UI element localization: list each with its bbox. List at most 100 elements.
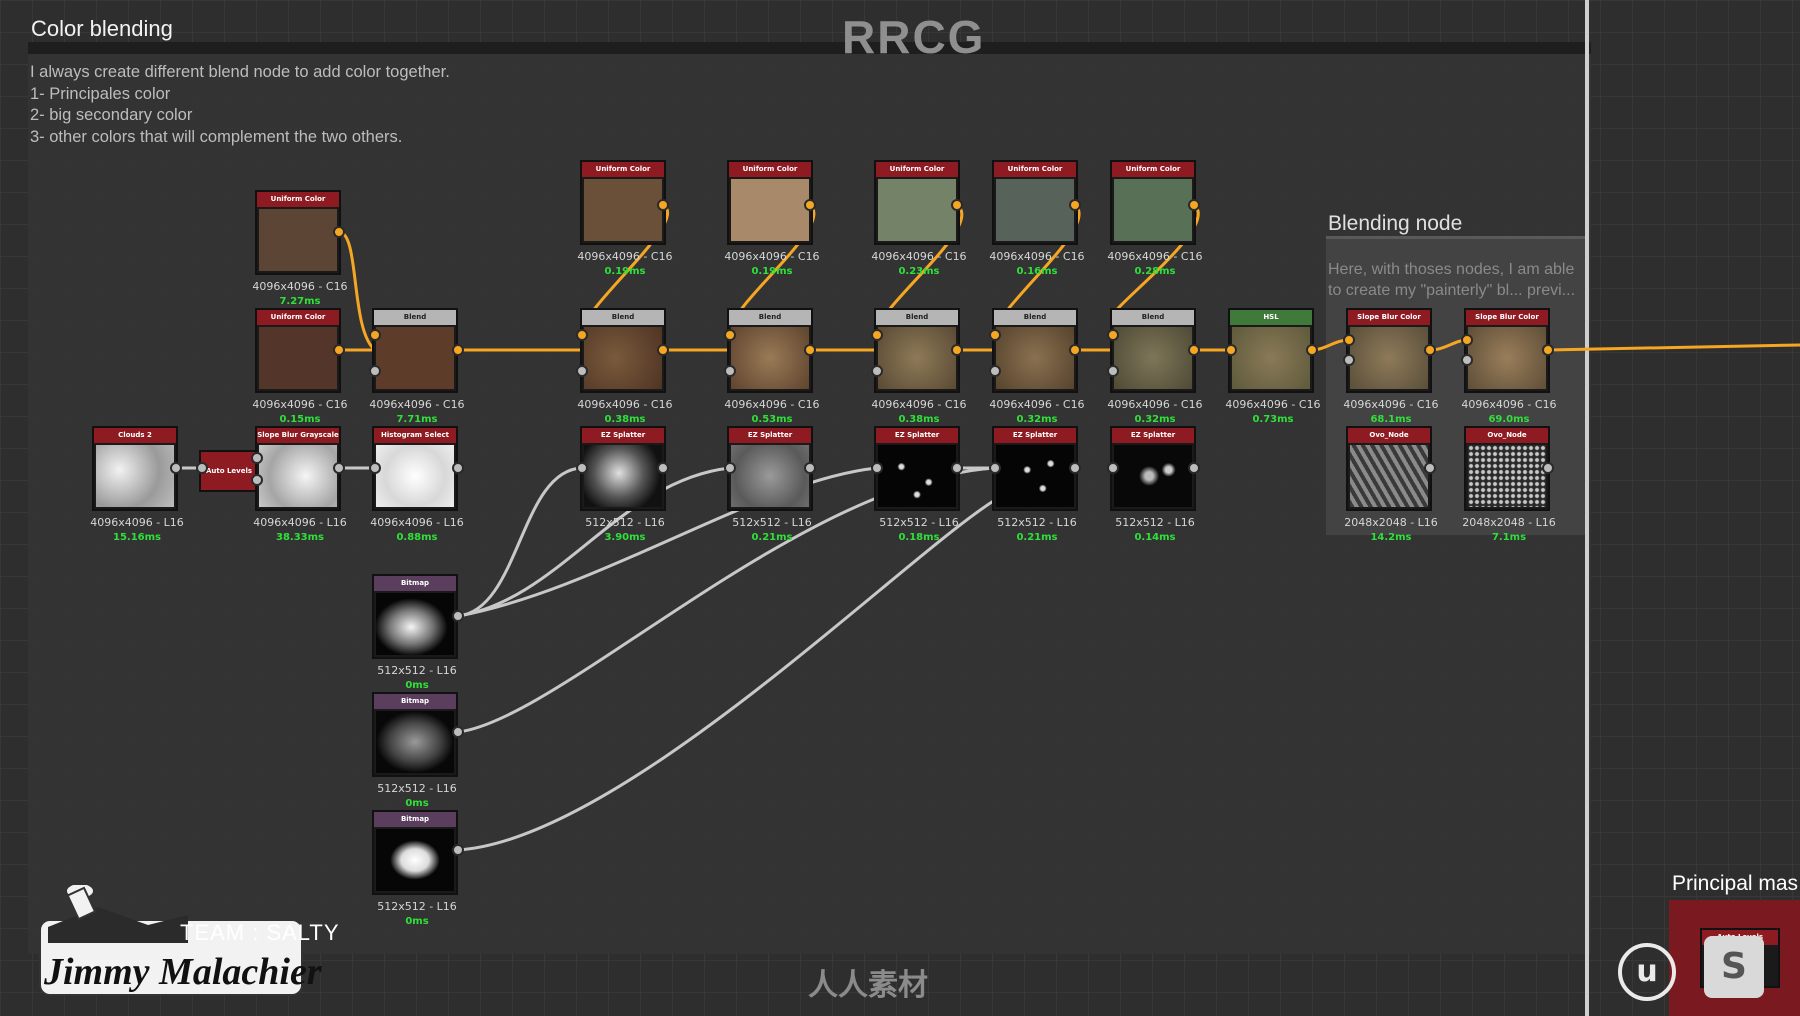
node-title: EZ Splatter: [994, 428, 1076, 443]
output-port[interactable]: [1424, 462, 1436, 474]
bitmap-node[interactable]: Bitmap 512x512 - L16 0ms: [372, 692, 458, 809]
blend-node[interactable]: Blend 4096x4096 - C16 0.32ms: [1107, 308, 1203, 425]
output-port[interactable]: [452, 344, 464, 356]
input-port[interactable]: [724, 462, 736, 474]
uniform-color-node[interactable]: Uniform Color 4096x4096 - C16 0.23ms: [871, 160, 967, 277]
output-port[interactable]: [1188, 462, 1200, 474]
blend-node[interactable]: Blend 4096x4096 - C16 0.38ms: [871, 308, 967, 425]
uniform-color-node[interactable]: Uniform Color 4096x4096 - C16 0.28ms: [1107, 160, 1203, 277]
output-port[interactable]: [452, 726, 464, 738]
node-resolution: 512x512 - L16: [732, 516, 812, 529]
input-port[interactable]: [576, 365, 588, 377]
ovo-node[interactable]: Ovo_Node 2048x2048 - L16 7.1ms: [1462, 426, 1556, 543]
input-port[interactable]: [871, 462, 883, 474]
node-thumbnail: [584, 327, 662, 389]
output-port[interactable]: [1069, 462, 1081, 474]
output-port[interactable]: [452, 462, 464, 474]
input-port[interactable]: [989, 462, 1001, 474]
output-port[interactable]: [1069, 199, 1081, 211]
input-port[interactable]: [724, 365, 736, 377]
input-port[interactable]: [1107, 462, 1119, 474]
output-port[interactable]: [951, 199, 963, 211]
input-port[interactable]: [1107, 329, 1119, 341]
output-port[interactable]: [452, 610, 464, 622]
output-port[interactable]: [657, 462, 669, 474]
clouds-node[interactable]: Clouds 2 4096x4096 - L16 15.16ms: [90, 426, 184, 543]
node-thumbnail: [1114, 179, 1192, 241]
input-port[interactable]: [369, 365, 381, 377]
input-port[interactable]: [871, 329, 883, 341]
node-timing: 7.1ms: [1491, 532, 1527, 543]
ovo-node[interactable]: Ovo_Node 2048x2048 - L16 14.2ms: [1344, 426, 1438, 543]
input-port[interactable]: [251, 474, 263, 486]
slope-blur-color-node[interactable]: Slope Blur Color 4096x4096 - C16 68.1ms: [1343, 308, 1439, 425]
node-resolution: 4096x4096 - C16: [1107, 398, 1203, 411]
input-port[interactable]: [369, 462, 381, 474]
output-port[interactable]: [333, 344, 345, 356]
output-port[interactable]: [1188, 199, 1200, 211]
slope-blur-grayscale-node[interactable]: Slope Blur Grayscale 4096x4096 - L16 38.…: [253, 426, 347, 543]
input-port[interactable]: [1343, 334, 1355, 346]
ez-splatter-node[interactable]: EZ Splatter 512x512 - L16 0.21ms: [727, 426, 813, 543]
input-port[interactable]: [576, 462, 588, 474]
input-port[interactable]: [724, 329, 736, 341]
uniform-color-node[interactable]: Uniform Color 4096x4096 - C16 0.16ms: [989, 160, 1085, 277]
uniform-color-node[interactable]: Uniform Color 4096x4096 - C16 0.19ms: [577, 160, 673, 277]
output-port[interactable]: [804, 462, 816, 474]
input-port[interactable]: [871, 365, 883, 377]
output-port[interactable]: [1306, 344, 1318, 356]
output-port[interactable]: [452, 844, 464, 856]
output-port[interactable]: [804, 344, 816, 356]
output-port[interactable]: [951, 344, 963, 356]
output-port[interactable]: [1188, 344, 1200, 356]
blend-node[interactable]: Blend 4096x4096 - C16 0.32ms: [989, 308, 1085, 425]
ez-splatter-node[interactable]: EZ Splatter 512x512 - L16 0.18ms: [874, 426, 960, 543]
output-port[interactable]: [1542, 344, 1554, 356]
input-port[interactable]: [196, 462, 208, 474]
output-port[interactable]: [951, 462, 963, 474]
ez-splatter-node[interactable]: EZ Splatter 512x512 - L16 3.90ms: [580, 426, 666, 543]
output-port[interactable]: [1069, 344, 1081, 356]
node-resolution: 4096x4096 - L16: [90, 516, 184, 529]
auto-levels-node[interactable]: Auto Levels: [199, 450, 259, 492]
node-title: EZ Splatter: [582, 428, 664, 443]
node-resolution: 4096x4096 - C16: [724, 398, 820, 411]
input-port[interactable]: [989, 365, 1001, 377]
histogram-select-node[interactable]: Histogram Select 4096x4096 - L16 0.88ms: [370, 426, 464, 543]
slope-blur-color-node[interactable]: Slope Blur Color 4096x4096 - C16 69.0ms: [1461, 308, 1557, 425]
node-resolution: 4096x4096 - L16: [370, 516, 464, 529]
output-port[interactable]: [657, 199, 669, 211]
uniform-color-node[interactable]: Uniform Color 4096x4096 - C16 0.19ms: [724, 160, 820, 277]
output-port[interactable]: [804, 199, 816, 211]
input-port[interactable]: [1225, 344, 1237, 356]
blend-node[interactable]: Blend 4096x4096 - C16 0.53ms: [724, 308, 820, 425]
node-title: Ovo_Node: [1466, 428, 1548, 443]
output-port[interactable]: [333, 462, 345, 474]
input-port[interactable]: [989, 329, 1001, 341]
output-port[interactable]: [333, 226, 345, 238]
unreal-engine-icon: u: [1618, 943, 1676, 1001]
input-port[interactable]: [1461, 334, 1473, 346]
bitmap-node[interactable]: Bitmap 512x512 - L16 0ms: [372, 810, 458, 927]
node-title: Slope Blur Color: [1466, 310, 1548, 325]
input-port[interactable]: [369, 329, 381, 341]
ez-splatter-node[interactable]: EZ Splatter 512x512 - L16 0.14ms: [1110, 426, 1196, 543]
input-port[interactable]: [576, 329, 588, 341]
input-port[interactable]: [251, 452, 263, 464]
node-thumbnail: [731, 179, 809, 241]
hsl-node[interactable]: HSL 4096x4096 - C16 0.73ms: [1225, 308, 1321, 425]
ez-splatter-node[interactable]: EZ Splatter 512x512 - L16 0.21ms: [992, 426, 1078, 543]
output-port[interactable]: [170, 462, 182, 474]
input-port[interactable]: [1343, 354, 1355, 366]
bitmap-node[interactable]: Bitmap 512x512 - L16 0ms: [372, 574, 458, 691]
blend-node[interactable]: Blend 4096x4096 - C16 7.71ms: [369, 308, 465, 425]
output-port[interactable]: [1424, 344, 1436, 356]
uniform-color-node[interactable]: Uniform Color 4096x4096 - C16 0.15ms: [252, 308, 348, 425]
node-resolution: 512x512 - L16: [377, 900, 457, 913]
input-port[interactable]: [1461, 354, 1473, 366]
uniform-color-node[interactable]: Uniform Color 4096x4096 - C16 7.27ms: [252, 190, 348, 307]
input-port[interactable]: [1107, 365, 1119, 377]
output-port[interactable]: [657, 344, 669, 356]
output-port[interactable]: [1542, 462, 1554, 474]
blend-node[interactable]: Blend 4096x4096 - C16 0.38ms: [577, 308, 673, 425]
